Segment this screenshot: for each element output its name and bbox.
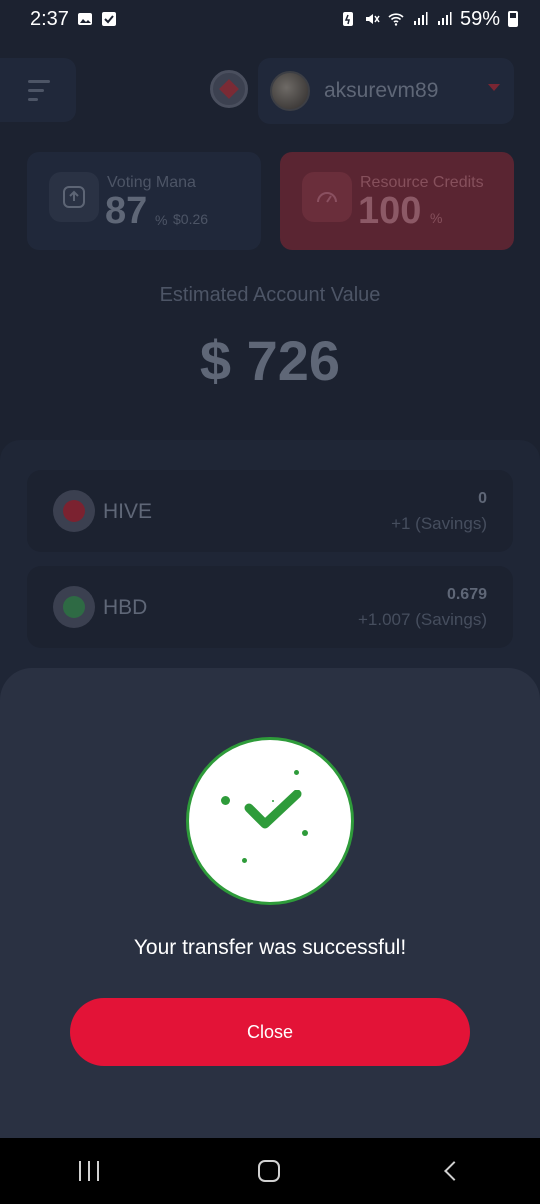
confetti-dot: [242, 858, 247, 863]
token-savings: +1 (Savings): [391, 514, 487, 533]
estimated-value-label: Estimated Account Value: [159, 284, 381, 306]
resource-credits-unit: %: [430, 210, 443, 226]
status-bar: 2:37 59%: [0, 0, 540, 38]
recents-icon[interactable]: [79, 1161, 100, 1181]
check-notification-icon: [101, 12, 116, 26]
token-savings: +1.007 (Savings): [358, 610, 487, 629]
status-time: 2:37: [30, 7, 69, 30]
home-icon[interactable]: [257, 1160, 280, 1182]
account-switcher[interactable]: aksurevm89: [258, 58, 514, 124]
signal-icon-1: [413, 12, 428, 25]
success-badge: [186, 737, 354, 905]
status-left: 2:37: [30, 8, 117, 31]
upload-icon: [49, 172, 99, 222]
username: aksurevm89: [324, 79, 439, 102]
battery-saver-icon: [342, 12, 353, 26]
token-row-hive[interactable]: HIVE 0 +1 (Savings): [27, 470, 513, 552]
resource-credits-value: 100: [358, 190, 422, 232]
menu-icon-line: [28, 79, 50, 83]
confetti-dot: [294, 770, 299, 775]
voting-mana-value: 87: [105, 190, 148, 232]
menu-icon-line: [28, 88, 44, 92]
mute-icon: [365, 14, 380, 24]
avatar: [270, 71, 310, 111]
token-name: HBD: [103, 596, 148, 619]
chevron-down-icon: [488, 84, 500, 91]
gauge-icon: [302, 172, 352, 222]
hive-logo-icon[interactable]: [210, 70, 248, 108]
success-message: Your transfer was successful!: [133, 936, 407, 959]
battery-percent: 59%: [459, 7, 500, 30]
token-amount: 0.679: [446, 586, 487, 603]
confetti-dot: [221, 796, 230, 805]
app-header: aksurevm89: [0, 50, 540, 130]
resource-credits-card[interactable]: Resource Credits 100 %: [280, 152, 514, 250]
wifi-icon: [388, 13, 404, 26]
status-right: 59%: [340, 8, 518, 31]
hive-token-icon: [53, 490, 95, 532]
close-button[interactable]: Close: [70, 998, 470, 1066]
menu-icon-line: [28, 97, 38, 101]
token-amount: 0: [478, 490, 487, 507]
voting-mana-unit: %: [155, 212, 168, 228]
estimated-value: $ 726: [199, 329, 341, 392]
hbd-token-icon: [53, 586, 95, 628]
token-name: HIVE: [103, 500, 153, 523]
voting-mana-card[interactable]: Voting Mana 87 % $0.26: [27, 152, 261, 250]
signal-icon-2: [437, 12, 452, 25]
token-row-hbd[interactable]: HBD 0.679 +1.007 (Savings): [27, 566, 513, 648]
back-icon[interactable]: [443, 1161, 464, 1181]
system-nav-bar: [0, 1138, 540, 1204]
confetti-dot: [302, 830, 308, 836]
checkmark-icon: [244, 790, 302, 829]
gallery-notification-icon: [77, 13, 92, 25]
menu-button[interactable]: [0, 58, 76, 122]
voting-mana-usd: $0.26: [173, 211, 209, 227]
battery-icon: [508, 11, 518, 27]
